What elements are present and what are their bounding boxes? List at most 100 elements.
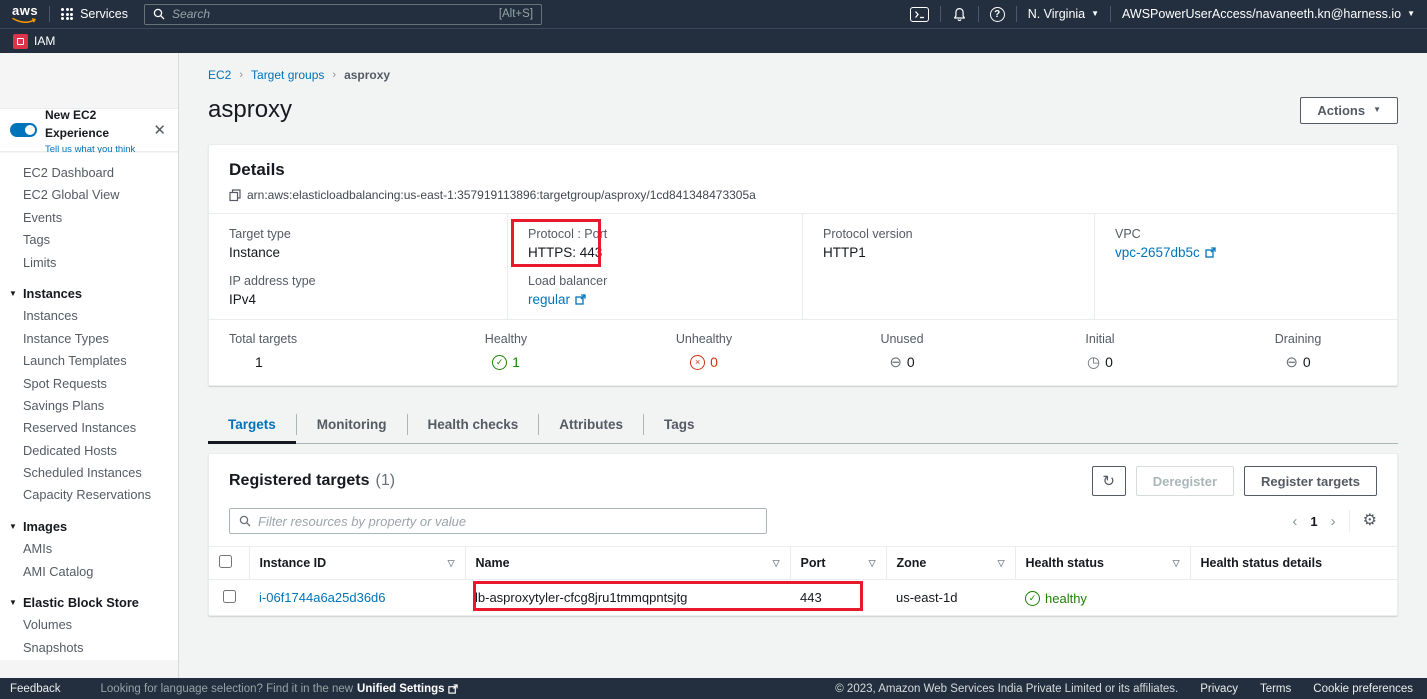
section-caret-icon: ▼ — [9, 516, 17, 538]
summary-total-targets: Total targets 1 — [209, 332, 407, 370]
targets-filter-input[interactable] — [258, 514, 757, 529]
cookie-preferences-link[interactable]: Cookie preferences — [1313, 683, 1413, 695]
tab-tags[interactable]: Tags — [644, 406, 715, 443]
sidebar-item-dedicated-hosts[interactable]: Dedicated Hosts — [0, 440, 178, 462]
sidebar-item-capacity-reservations[interactable]: Capacity Reservations — [0, 484, 178, 506]
actions-button[interactable]: Actions ▼ — [1300, 97, 1398, 124]
page-number[interactable]: 1 — [1310, 514, 1317, 529]
column-port: Port — [801, 556, 826, 570]
language-selection-note: Looking for language selection? Find it … — [101, 683, 458, 695]
row-checkbox[interactable] — [223, 590, 236, 603]
breadcrumb-separator-icon: › — [332, 69, 336, 81]
sidebar-item-volumes[interactable]: Volumes — [0, 614, 178, 636]
summary-value: ⊖0 — [803, 354, 1001, 370]
help-icon[interactable]: ? — [990, 7, 1005, 22]
register-targets-button[interactable]: Register targets — [1244, 466, 1377, 496]
sort-icon[interactable]: ▽ — [998, 558, 1005, 569]
sort-icon[interactable]: ▽ — [448, 558, 455, 569]
global-search-box[interactable]: [Alt+S] — [144, 4, 542, 25]
protocol-version-label: Protocol version — [823, 227, 1074, 241]
deregister-button[interactable]: Deregister — [1136, 466, 1234, 496]
sidebar-item-launch-templates[interactable]: Launch Templates — [0, 350, 178, 372]
tab-monitoring[interactable]: Monitoring — [297, 406, 407, 443]
privacy-link[interactable]: Privacy — [1200, 683, 1238, 695]
search-icon — [239, 515, 251, 527]
sidebar-item-snapshots[interactable]: Snapshots — [0, 637, 178, 659]
sidebar-section-elastic-block-store[interactable]: ▼Elastic Block Store — [0, 592, 178, 614]
sidebar-item-spot-requests[interactable]: Spot Requests — [0, 373, 178, 395]
clock-circle-icon: ◷ — [1087, 355, 1100, 370]
tab-attributes[interactable]: Attributes — [539, 406, 643, 443]
breadcrumb-ec2[interactable]: EC2 — [208, 68, 231, 82]
check-circle-icon: ✓ — [1025, 591, 1040, 606]
tab-health-checks[interactable]: Health checks — [408, 406, 539, 443]
health-status-badge: ✓healthy — [1025, 591, 1087, 606]
region-selector[interactable]: N. Virginia ▼ — [1028, 7, 1099, 21]
summary-value: ⊖0 — [1199, 354, 1397, 370]
notifications-bell-icon[interactable] — [952, 7, 967, 22]
breadcrumb-target-groups[interactable]: Target groups — [251, 68, 324, 82]
sidebar-item-tags[interactable]: Tags — [0, 229, 178, 251]
cloudshell-icon[interactable] — [910, 7, 929, 22]
instance-id-link[interactable]: i-06f1744a6a25d36d6 — [259, 590, 386, 605]
registered-targets-count: (1) — [376, 472, 396, 490]
tab-targets[interactable]: Targets — [208, 406, 296, 443]
sidebar-item-ami-catalog[interactable]: AMI Catalog — [0, 561, 178, 583]
favorite-iam-link[interactable]: IAM — [13, 34, 55, 49]
column-instance-id: Instance ID — [260, 556, 327, 570]
targets-table: Instance ID▽ Name▽ Port▽ Zone▽ Health st… — [209, 546, 1397, 615]
sidebar-item-reserved-instances[interactable]: Reserved Instances — [0, 417, 178, 439]
search-input[interactable] — [172, 7, 492, 21]
services-menu-button[interactable]: Services — [61, 7, 128, 21]
sidebar-item-scheduled-instances[interactable]: Scheduled Instances — [0, 462, 178, 484]
refresh-icon: ↻ — [1102, 472, 1115, 490]
summary-value: 1 — [229, 354, 407, 370]
sidebar-item-limits[interactable]: Limits — [0, 252, 178, 274]
terms-link[interactable]: Terms — [1260, 683, 1291, 695]
aws-logo[interactable]: aws — [12, 4, 38, 24]
sidebar-nav: EC2 DashboardEC2 Global ViewEventsTagsLi… — [0, 153, 178, 660]
footer: Feedback Looking for language selection?… — [0, 678, 1427, 699]
iam-service-icon — [13, 34, 28, 49]
sidebar-section-images[interactable]: ▼Images — [0, 516, 178, 538]
table-settings-gear-icon[interactable]: ⚙ — [1363, 513, 1377, 529]
chevron-down-icon: ▼ — [1407, 10, 1415, 18]
sidebar-item-savings-plans[interactable]: Savings Plans — [0, 395, 178, 417]
next-page-icon[interactable]: › — [1331, 514, 1336, 529]
table-header-row: Instance ID▽ Name▽ Port▽ Zone▽ Health st… — [209, 547, 1397, 580]
previous-page-icon[interactable]: ‹ — [1292, 514, 1297, 529]
sidebar-item-amis[interactable]: AMIs — [0, 538, 178, 560]
sidebar-item-ec2-dashboard[interactable]: EC2 Dashboard — [0, 162, 178, 184]
summary-initial: Initial◷0 — [1001, 332, 1199, 370]
sidebar: New EC2 Experience Tell us what you thin… — [0, 53, 179, 678]
summary-unused: Unused ⊖0 — [803, 332, 1001, 370]
unified-settings-link[interactable]: Unified Settings — [357, 683, 458, 695]
sidebar-item-events[interactable]: Events — [0, 207, 178, 229]
new-ec2-experience-toggle[interactable] — [10, 123, 37, 137]
account-menu[interactable]: AWSPowerUserAccess/navaneeth.kn@harness.… — [1122, 7, 1415, 21]
target-group-arn: arn:aws:elasticloadbalancing:us-east-1:3… — [247, 188, 756, 202]
sort-icon[interactable]: ▽ — [869, 558, 876, 569]
external-link-icon — [448, 684, 458, 694]
divider — [978, 6, 979, 22]
vpc-link[interactable]: vpc-2657db5c — [1115, 245, 1216, 260]
sort-icon[interactable]: ▽ — [1173, 558, 1180, 569]
feedback-link[interactable]: Feedback — [10, 683, 61, 695]
sidebar-section-instances[interactable]: ▼Instances — [0, 283, 178, 305]
refresh-button[interactable]: ↻ — [1092, 466, 1126, 496]
select-all-checkbox[interactable] — [219, 555, 232, 568]
column-health-status: Health status — [1026, 556, 1105, 570]
sort-icon[interactable]: ▽ — [773, 558, 780, 569]
summary-label: Total targets — [229, 332, 407, 346]
targets-filter-box[interactable] — [229, 508, 767, 534]
load-balancer-link[interactable]: regular — [528, 292, 586, 307]
protocol-version-value: HTTP1 — [823, 245, 1074, 260]
sidebar-item-ec2-global-view[interactable]: EC2 Global View — [0, 184, 178, 206]
summary-draining: Draining⊖0 — [1199, 332, 1397, 370]
copy-icon[interactable] — [229, 189, 241, 202]
sidebar-item-instance-types[interactable]: Instance Types — [0, 328, 178, 350]
breadcrumb-separator-icon: › — [239, 69, 243, 81]
sidebar-item-instances[interactable]: Instances — [0, 305, 178, 327]
close-icon[interactable]: ✕ — [149, 119, 170, 141]
summary-label: Unused — [803, 332, 1001, 346]
